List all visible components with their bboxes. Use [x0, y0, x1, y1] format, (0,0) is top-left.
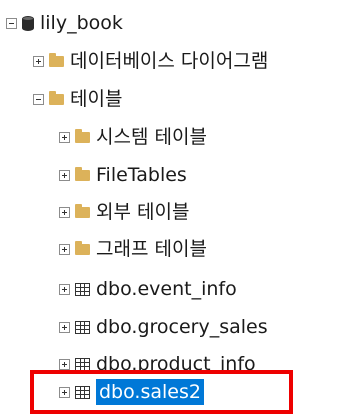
tree-node-grocery-sales[interactable]: dbo.grocery_sales [59, 311, 268, 343]
folder-icon [49, 53, 64, 67]
plus-box-icon[interactable] [59, 243, 70, 255]
tree-node-lily-book[interactable]: lily_book [6, 7, 123, 39]
minus-box-icon[interactable] [33, 93, 44, 105]
folder-icon [75, 129, 90, 143]
tree-node-filetables[interactable]: FileTables [59, 159, 187, 191]
plus-box-icon[interactable] [59, 206, 70, 218]
tree-node-label: dbo.event_info [96, 278, 237, 300]
table-icon [75, 357, 90, 371]
plus-box-icon[interactable] [59, 131, 70, 143]
plus-box-icon[interactable] [59, 358, 70, 370]
object-explorer-tree: lily_book 데이터베이스 다이어그램 테이블 시스템 테이블 FileT… [0, 0, 356, 372]
minus-box-icon[interactable] [6, 17, 17, 29]
table-icon [75, 282, 90, 296]
folder-icon [75, 241, 90, 255]
database-icon [22, 15, 34, 31]
tree-node-label: 데이터베이스 다이어그램 [70, 50, 269, 72]
tree-node-label: FileTables [96, 164, 187, 186]
folder-icon [75, 167, 90, 181]
tree-node-system-tables[interactable]: 시스템 테이블 [59, 121, 207, 153]
plus-box-icon[interactable] [33, 55, 44, 67]
plus-box-icon[interactable] [59, 283, 70, 295]
tree-node-external-tables[interactable]: 외부 테이블 [59, 196, 189, 228]
tree-node-tables[interactable]: 테이블 [33, 83, 122, 115]
tree-node-label: 외부 테이블 [96, 201, 190, 223]
tree-node-label: lily_book [40, 12, 123, 34]
folder-icon [49, 91, 64, 105]
tree-node-label: 시스템 테이블 [96, 126, 207, 148]
tree-node-label: dbo.grocery_sales [96, 316, 268, 338]
tree-node-product-info[interactable]: dbo.product_info [59, 348, 256, 372]
table-icon [75, 320, 90, 334]
tree-node-label: 테이블 [70, 88, 123, 110]
tree-node-label: dbo.product_info [96, 353, 256, 372]
tree-node-event-info[interactable]: dbo.event_info [59, 273, 237, 305]
tree-node-label: 그래프 테이블 [96, 238, 207, 260]
plus-box-icon[interactable] [59, 169, 70, 181]
highlight-box [30, 370, 293, 414]
tree-node-database-diagrams[interactable]: 데이터베이스 다이어그램 [33, 45, 268, 77]
folder-icon [75, 204, 90, 218]
plus-box-icon[interactable] [59, 321, 70, 333]
tree-node-graph-tables[interactable]: 그래프 테이블 [59, 233, 207, 265]
